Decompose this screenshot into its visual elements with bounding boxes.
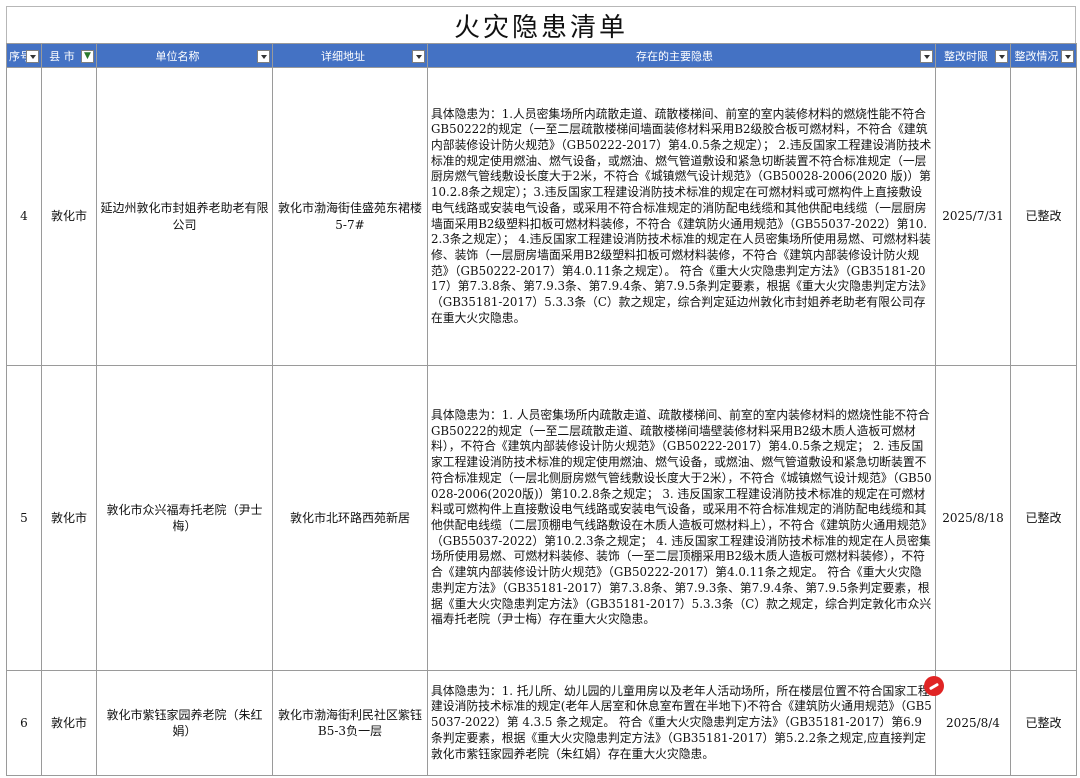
spreadsheet: 火灾隐患清单 序号 县 市 ▼ 单位名称 详细地址 存在的主要隐患 整改时限 整… <box>6 6 1077 776</box>
header-issue-label: 存在的主要隐患 <box>636 49 713 63</box>
cell-deadline[interactable]: 2025/8/18 <box>935 365 1011 671</box>
sheet-title: 火灾隐患清单 <box>6 6 1076 43</box>
header-address: 详细地址 <box>272 43 428 68</box>
filter-dropdown-icon[interactable] <box>257 50 270 63</box>
cell-deadline[interactable]: 2025/8/4 <box>935 670 1011 776</box>
filter-dropdown-icon[interactable] <box>995 50 1008 63</box>
filter-dropdown-icon[interactable] <box>920 50 933 63</box>
cell-deadline[interactable]: 2025/7/31 <box>935 67 1011 366</box>
cell-county[interactable]: 敦化市 <box>41 670 97 776</box>
cell-seq[interactable]: 5 <box>6 365 42 671</box>
cell-address[interactable]: 敦化市北环路西苑新居 <box>272 365 428 671</box>
header-deadline-label: 整改时限 <box>944 49 988 63</box>
filter-dropdown-icon[interactable] <box>26 50 39 63</box>
cell-unit[interactable]: 延边州敦化市封姐养老助老有限公司 <box>96 67 273 366</box>
filter-dropdown-icon[interactable] <box>1061 50 1074 63</box>
cell-address[interactable]: 敦化市渤海街利民社区紫钰B5-3负一层 <box>272 670 428 776</box>
cell-status[interactable]: 已整改 <box>1010 670 1077 776</box>
cell-seq[interactable]: 4 <box>6 67 42 366</box>
header-deadline: 整改时限 <box>935 43 1011 68</box>
header-county-label: 县 市 <box>49 49 75 63</box>
cell-status[interactable]: 已整改 <box>1010 67 1077 366</box>
filter-active-icon[interactable]: ▼ <box>81 50 94 63</box>
cell-unit[interactable]: 敦化市众兴福寿托老院（尹士梅） <box>96 365 273 671</box>
cell-status[interactable]: 已整改 <box>1010 365 1077 671</box>
hazard-table: 序号 县 市 ▼ 单位名称 详细地址 存在的主要隐患 整改时限 整改情况 4 敦… <box>6 43 1077 776</box>
header-status: 整改情况 <box>1010 43 1077 68</box>
cell-issue[interactable]: 具体隐患为：1. 人员密集场所内疏散走道、疏散楼梯间、前室的室内装修材料的燃烧性… <box>427 365 936 671</box>
watermark-icon <box>924 676 944 696</box>
cell-issue[interactable]: 具体隐患为：1. 托儿所、幼儿园的儿童用房以及老年人活动场所，所在楼层位置不符合… <box>427 670 936 776</box>
cell-unit[interactable]: 敦化市紫钰家园养老院（朱红娟） <box>96 670 273 776</box>
header-county: 县 市 ▼ <box>41 43 97 68</box>
table-row: 5 敦化市 敦化市众兴福寿托老院（尹士梅） 敦化市北环路西苑新居 具体隐患为：1… <box>6 365 1077 671</box>
header-issue: 存在的主要隐患 <box>427 43 936 68</box>
cell-seq[interactable]: 6 <box>6 670 42 776</box>
header-address-label: 详细地址 <box>321 49 365 63</box>
table-row: 6 敦化市 敦化市紫钰家园养老院（朱红娟） 敦化市渤海街利民社区紫钰B5-3负一… <box>6 670 1077 776</box>
cell-address[interactable]: 敦化市渤海街佳盛苑东裙楼5-7# <box>272 67 428 366</box>
header-status-label: 整改情况 <box>1014 49 1059 63</box>
cell-county[interactable]: 敦化市 <box>41 365 97 671</box>
cell-issue[interactable]: 具体隐患为：1.人员密集场所内疏散走道、疏散楼梯间、前室的室内装修材料的燃烧性能… <box>427 67 936 366</box>
cell-county[interactable]: 敦化市 <box>41 67 97 366</box>
table-row: 4 敦化市 延边州敦化市封姐养老助老有限公司 敦化市渤海街佳盛苑东裙楼5-7# … <box>6 67 1077 366</box>
header-unit-label: 单位名称 <box>155 49 200 63</box>
header-seq: 序号 <box>6 43 42 68</box>
header-unit: 单位名称 <box>96 43 273 68</box>
header-row: 序号 县 市 ▼ 单位名称 详细地址 存在的主要隐患 整改时限 整改情况 <box>6 43 1077 68</box>
filter-dropdown-icon[interactable] <box>412 50 425 63</box>
